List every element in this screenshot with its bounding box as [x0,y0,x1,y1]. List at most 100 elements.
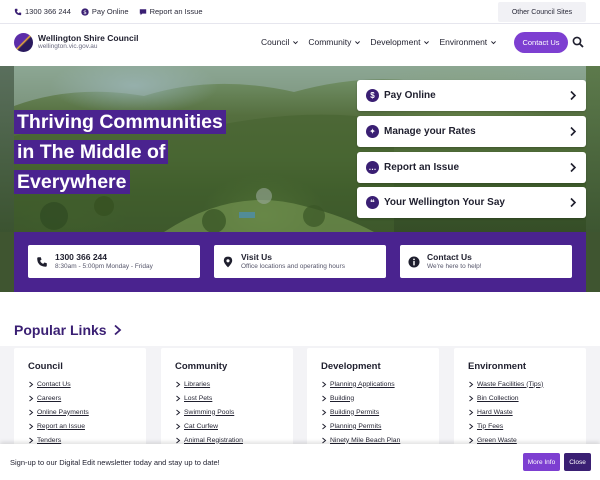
speech-bubbles-icon: ❝ [366,196,379,209]
contact-card-phone[interactable]: 1300 366 244 8:30am - 5:00pm Monday - Fr… [28,245,200,278]
popular-link[interactable]: Swimming Pools [175,405,293,419]
contact-card-subtitle: We're here to help! [427,263,482,270]
hero-edge-left [0,66,14,232]
popular-link[interactable]: Contact Us [28,377,146,391]
newsletter-bar: Sign-up to our Digital Edit newsletter t… [0,444,600,480]
popular-link[interactable]: Planning Permits [321,419,439,433]
utility-phone-link[interactable]: 1300 366 244 [14,7,71,16]
chevron-right-icon [322,395,327,401]
popular-link[interactable]: Waste Facilities (Tips) [468,377,586,391]
chat-icon: … [366,161,379,174]
popular-link-label: Planning Permits [330,422,382,430]
utility-report-issue-link[interactable]: Report an Issue [139,7,203,16]
chevron-right-icon [29,437,34,443]
hero-title-line: Everywhere [14,170,130,194]
quick-link-label: Report an Issue [384,162,460,173]
chevron-right-icon [322,437,327,443]
chevron-right-icon [176,423,181,429]
popular-link-label: Online Payments [37,408,89,416]
chevron-right-icon [176,409,181,415]
popular-link[interactable]: Bin Collection [468,391,586,405]
popular-link-label: Contact Us [37,380,71,388]
popular-link[interactable]: Lost Pets [175,391,293,405]
chevron-right-icon [469,437,474,443]
chevron-right-icon [29,409,34,415]
popular-link-label: Building [330,394,355,402]
chevron-right-icon [570,197,577,208]
utility-pay-online-label: Pay Online [91,7,129,16]
chevron-right-icon [29,395,34,401]
more-info-button[interactable]: More Info [523,453,560,471]
nav-label: Environment [439,37,488,47]
chevron-down-icon [355,40,361,44]
chevron-right-icon [469,381,474,387]
popular-link[interactable]: Hard Waste [468,405,586,419]
column-heading: Development [321,361,381,372]
chevron-right-icon [322,423,327,429]
popular-link-label: Libraries [184,380,211,388]
popular-link-label: Green Waste [477,436,517,444]
other-council-sites-label: Other Council Sites [511,8,573,16]
popular-links-heading[interactable]: Popular Links [14,322,122,338]
chevron-right-icon [29,423,34,429]
site-logo[interactable]: Wellington Shire Council wellington.vic.… [14,33,138,52]
popular-link[interactable]: Building [321,391,439,405]
utility-pay-online-link[interactable]: $ Pay Online [81,7,129,16]
nav-item-development[interactable]: Development [370,37,430,47]
hero-title: Thriving Communities in The Middle of Ev… [14,107,254,197]
search-icon[interactable] [572,36,584,48]
chevron-right-icon [322,409,327,415]
contact-us-label: Contact Us [522,38,560,47]
chevron-down-icon [293,40,299,44]
popular-link[interactable]: Report an Issue [28,419,146,433]
nav-item-council[interactable]: Council [261,37,299,47]
other-council-sites-button[interactable]: Other Council Sites [498,2,586,22]
popular-link[interactable]: Cat Curfew [175,419,293,433]
utility-bar: 1300 366 244 $ Pay Online Report an Issu… [0,0,600,24]
contact-card-contact[interactable]: Contact Us We're here to help! [400,245,572,278]
phone-icon [14,8,22,16]
quick-link-pay-online[interactable]: $ Pay Online [357,80,586,111]
primary-nav: Council Community Development Environmen… [261,37,506,47]
column-heading: Council [28,361,63,372]
newsletter-text: Sign-up to our Digital Edit newsletter t… [10,457,220,467]
popular-link[interactable]: Tip Fees [468,419,586,433]
band-edge-right [586,232,600,292]
chevron-right-icon [176,381,181,387]
quick-link-label: Pay Online [384,90,436,101]
hero-title-line: Thriving Communities [14,110,226,134]
nav-item-community[interactable]: Community [308,37,361,47]
popular-link-label: Hard Waste [477,408,513,416]
chat-icon [139,8,147,16]
contact-card-title: Contact Us [427,252,472,262]
popular-link[interactable]: Careers [28,391,146,405]
chevron-right-icon [469,395,474,401]
contact-us-button[interactable]: Contact Us [514,32,568,53]
main-header: Wellington Shire Council wellington.vic.… [0,25,600,65]
column-heading: Environment [468,361,527,372]
contact-card-visit[interactable]: Visit Us Office locations and operating … [214,245,386,278]
chevron-right-icon [322,381,327,387]
quick-link-label: Manage your Rates [384,126,476,137]
close-button[interactable]: Close [564,453,591,471]
contact-card-title: Visit Us [241,252,273,262]
popular-link-label: Planning Applications [330,380,395,388]
quick-link-manage-rates[interactable]: ✦ Manage your Rates [357,116,586,147]
rates-icon: ✦ [366,125,379,138]
more-info-label: More Info [527,458,556,466]
popular-link[interactable]: Planning Applications [321,377,439,391]
quick-link-report-issue[interactable]: … Report an Issue [357,152,586,183]
popular-link-label: Swimming Pools [184,408,235,416]
nav-label: Council [261,37,290,47]
logo-url: wellington.vic.gov.au [38,43,98,50]
quick-link-your-say[interactable]: ❝ Your Wellington Your Say [357,187,586,218]
popular-link-label: Tenders [37,436,62,444]
svg-text:$: $ [83,9,87,15]
info-icon [408,255,420,268]
chevron-down-icon [491,40,497,44]
popular-link[interactable]: Libraries [175,377,293,391]
nav-item-environment[interactable]: Environment [439,37,497,47]
popular-link[interactable]: Building Permits [321,405,439,419]
popular-link[interactable]: Online Payments [28,405,146,419]
council-logo-icon [14,33,33,52]
